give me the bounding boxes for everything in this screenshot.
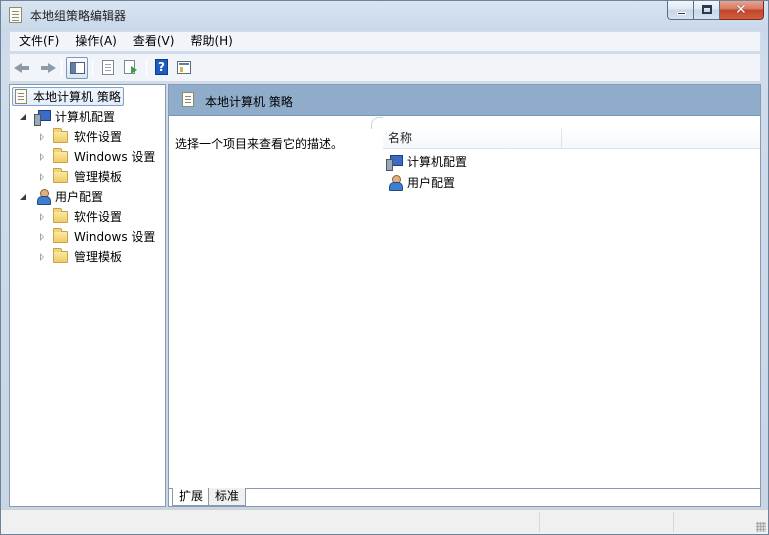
tree-item-software-settings[interactable]: 软件设置: [40, 127, 122, 146]
collapsed-arrow-icon[interactable]: [40, 252, 44, 261]
description-text: 选择一个项目来查看它的描述。: [175, 137, 344, 151]
tree-item-computer-config[interactable]: 计算机配置: [20, 107, 115, 126]
properties-icon: [102, 60, 114, 75]
tree-item-label: 管理模板: [74, 250, 123, 264]
maximize-icon: [702, 5, 712, 14]
tree-item-software-settings[interactable]: 软件设置: [40, 207, 122, 226]
folder-icon: [53, 207, 68, 223]
forward-arrow-icon: [41, 63, 56, 73]
tree-item-admin-templates[interactable]: 管理模板: [40, 167, 122, 186]
app-window: 本地组策略编辑器 ✕ 文件(F) 操作(A) 查看(V) 帮助(H) ? 本地计…: [0, 0, 769, 535]
help-button[interactable]: ?: [150, 57, 172, 79]
folder-icon: [53, 227, 68, 243]
minimize-icon: [677, 12, 686, 15]
status-divider: [673, 512, 674, 532]
tree-item-windows-settings[interactable]: Windows 设置: [40, 227, 155, 246]
status-divider: [539, 512, 540, 532]
tree-item-label: 软件设置: [74, 210, 123, 224]
caption-buttons: ✕: [667, 1, 764, 21]
tree-item-label: Windows 设置: [74, 150, 156, 164]
collapsed-arrow-icon[interactable]: [40, 232, 44, 241]
window-title: 本地组策略编辑器: [30, 9, 127, 23]
computer-icon: [34, 109, 51, 126]
show-hide-tree-button[interactable]: [66, 57, 88, 79]
tree-item-label: 用户配置: [55, 190, 104, 204]
export-list-button[interactable]: [120, 57, 142, 79]
minimize-button[interactable]: [667, 1, 694, 20]
tree-item-admin-templates[interactable]: 管理模板: [40, 247, 122, 266]
tree-item-label: 软件设置: [74, 130, 123, 144]
folder-icon: [53, 167, 68, 183]
toolbar: ?: [9, 54, 761, 82]
tree-item-label: Windows 设置: [74, 230, 156, 244]
policy-editor-app-icon[interactable]: [9, 7, 22, 23]
user-icon: [386, 175, 403, 191]
expanded-arrow-icon[interactable]: [20, 113, 26, 120]
toolbar-separator: [61, 59, 62, 77]
list-item-user-config[interactable]: 用户配置: [386, 173, 455, 192]
maximize-button[interactable]: [694, 1, 720, 20]
export-list-icon: [124, 60, 137, 74]
show-hide-tree-icon: [70, 62, 85, 74]
collapsed-arrow-icon[interactable]: [40, 152, 44, 161]
user-icon: [34, 189, 51, 205]
details-header-title: 本地计算机 策略: [205, 95, 293, 109]
title-bar[interactable]: 本地组策略编辑器 ✕: [1, 1, 768, 29]
tree-root-local-computer-policy[interactable]: 本地计算机 策略: [12, 87, 124, 106]
tab-extended[interactable]: 扩展: [172, 488, 211, 506]
folder-icon: [53, 127, 68, 143]
back-button[interactable]: [13, 57, 35, 79]
properties-button[interactable]: [97, 57, 119, 79]
menu-file[interactable]: 文件(F): [10, 32, 67, 51]
toolbar-separator: [92, 59, 93, 77]
tree-item-user-config[interactable]: 用户配置: [20, 187, 103, 206]
tree-item-windows-settings[interactable]: Windows 设置: [40, 147, 155, 166]
tab-standard[interactable]: 标准: [208, 488, 247, 506]
navigation-tree[interactable]: 本地计算机 策略 计算机配置 软件设置 Windows 设置 管理模板 用户配置: [9, 84, 166, 507]
menu-action[interactable]: 操作(A): [67, 32, 125, 51]
menu-view[interactable]: 查看(V): [125, 32, 183, 51]
column-header-name[interactable]: 名称: [383, 128, 562, 149]
console-view-icon: [177, 61, 191, 74]
list-item-computer-config[interactable]: 计算机配置: [386, 152, 467, 171]
view-tabs: 扩展 标准: [169, 488, 760, 506]
menu-help[interactable]: 帮助(H): [182, 32, 240, 51]
close-button[interactable]: ✕: [720, 1, 764, 20]
policy-icon: [182, 92, 194, 107]
status-bar: [1, 509, 768, 534]
policy-icon: [15, 89, 27, 104]
console-view-button[interactable]: [173, 57, 195, 79]
tree-item-label: 管理模板: [74, 170, 123, 184]
computer-icon: [386, 154, 403, 171]
folder-icon: [53, 247, 68, 263]
toolbar-separator: [146, 59, 147, 77]
help-icon: ?: [155, 59, 168, 75]
list-item-label: 用户配置: [407, 176, 456, 190]
list-panel-corner: [371, 117, 383, 129]
details-pane: 本地计算机 策略 选择一个项目来查看它的描述。 名称 计算机配置 用户配置 扩展…: [168, 84, 761, 507]
collapsed-arrow-icon[interactable]: [40, 132, 44, 141]
resize-grip-icon[interactable]: [756, 522, 766, 532]
expanded-arrow-icon[interactable]: [20, 193, 26, 200]
close-icon: ✕: [735, 2, 747, 18]
menu-bar: 文件(F) 操作(A) 查看(V) 帮助(H): [9, 31, 761, 52]
tree-root-label: 本地计算机 策略: [33, 90, 121, 104]
collapsed-arrow-icon[interactable]: [40, 172, 44, 181]
back-arrow-icon: [14, 63, 29, 73]
folder-icon: [53, 147, 68, 163]
tree-item-label: 计算机配置: [55, 110, 116, 124]
list-column-header: 名称: [383, 128, 760, 149]
list-item-label: 计算机配置: [407, 155, 468, 169]
forward-button[interactable]: [35, 57, 57, 79]
collapsed-arrow-icon[interactable]: [40, 212, 44, 221]
details-header: 本地计算机 策略: [169, 85, 760, 116]
